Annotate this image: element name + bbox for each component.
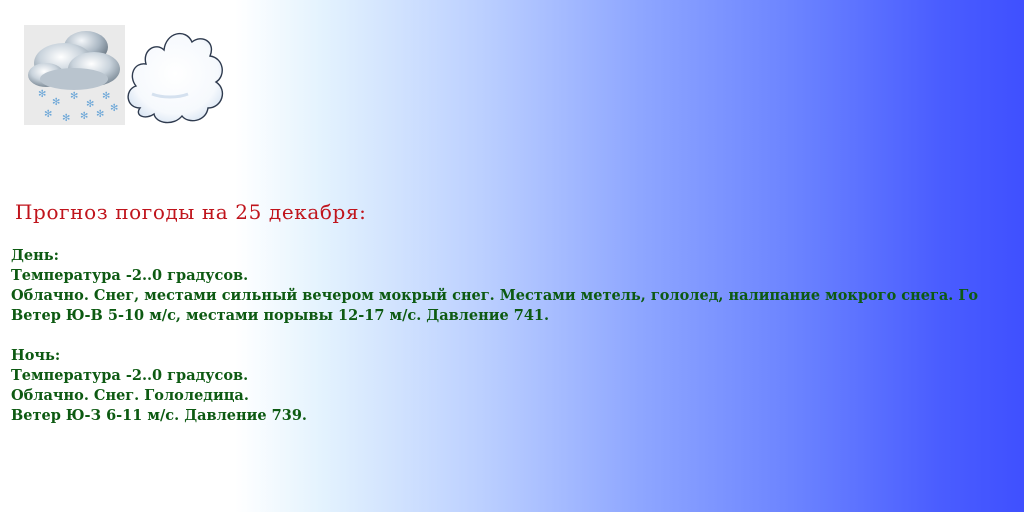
night-heading: Ночь: [11,347,61,364]
night-temperature: Температура -2..0 градусов. [11,367,249,384]
page-title: Прогноз погоды на 25 декабря: [15,200,367,224]
night-wind: Ветер Ю-З 6-11 м/с. Давление 739. [11,407,307,424]
night-conditions: Облачно. Снег. Гололедица. [11,387,249,404]
cloud-icon [122,24,232,128]
svg-text:✻: ✻ [110,103,118,114]
svg-text:✻: ✻ [70,91,78,102]
forecast: День: Температура -2..0 градусов. Облачн… [11,246,978,426]
svg-text:✻: ✻ [62,113,70,124]
svg-text:✻: ✻ [96,109,104,120]
day-conditions: Облачно. Снег, местами сильный вечером м… [11,287,979,304]
page: { "icons": { "condition_icon": "snow-clo… [0,0,1024,512]
day-heading: День: [11,247,59,264]
svg-text:✻: ✻ [102,91,110,102]
svg-text:✻: ✻ [86,99,94,110]
day-wind: Ветер Ю-В 5-10 м/с, местами порывы 12-17… [11,307,550,324]
svg-text:✻: ✻ [38,89,46,100]
svg-text:✻: ✻ [80,111,88,122]
snow-cloud-icon: ✻ ✻ ✻ ✻ ✻ ✻ ✻ ✻ ✻ ✻ [24,25,125,125]
svg-text:✻: ✻ [44,109,52,120]
svg-text:✻: ✻ [52,97,60,108]
day-temperature: Температура -2..0 градусов. [11,267,249,284]
